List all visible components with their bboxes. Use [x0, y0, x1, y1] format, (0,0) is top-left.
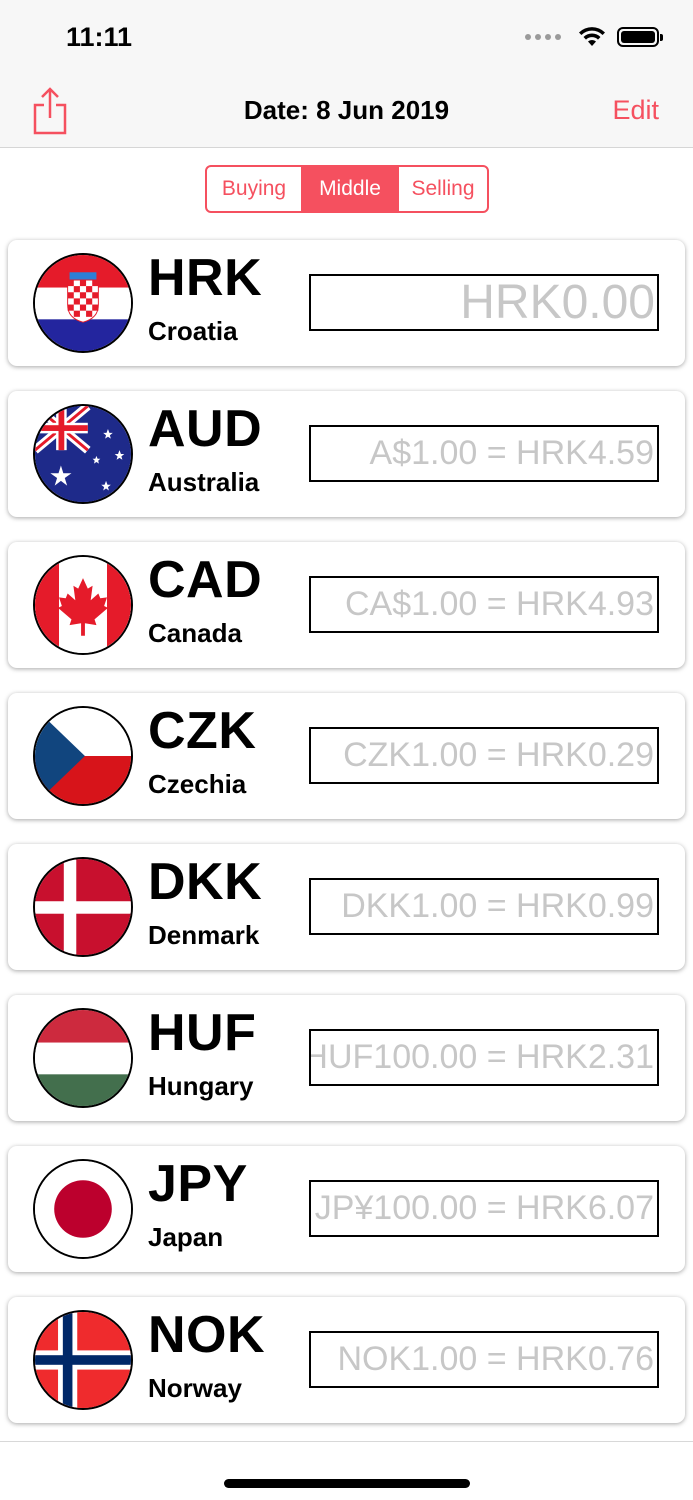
- currency-code: CZK: [148, 702, 257, 760]
- czechia-flag-icon: [33, 706, 133, 806]
- segment-buying[interactable]: Buying: [207, 167, 301, 211]
- hungary-flag-icon: [33, 1008, 133, 1108]
- amount-input[interactable]: DKK1.00 = HRK0.99: [309, 878, 659, 935]
- amount-input[interactable]: CA$1.00 = HRK4.93: [309, 576, 659, 633]
- country-name: Czechia: [148, 769, 247, 799]
- denmark-flag-icon: [33, 857, 133, 957]
- cellular-signal-icon: [525, 34, 561, 40]
- country-name: Australia: [148, 467, 260, 497]
- amount-input[interactable]: NOK1.00 = HRK0.76: [309, 1331, 659, 1388]
- croatia-flag-icon: [33, 253, 133, 353]
- amount-input[interactable]: A$1.00 = HRK4.59: [309, 425, 659, 482]
- currency-code: DKK: [148, 853, 263, 911]
- norway-flag-icon: [33, 1310, 133, 1410]
- wifi-icon: [579, 27, 605, 46]
- country-name: Canada: [148, 618, 242, 648]
- currency-card-nok[interactable]: NOK Norway NOK1.00 = HRK0.76: [8, 1297, 685, 1423]
- currency-card-huf[interactable]: HUF Hungary HUF100.00 = HRK2.31: [8, 995, 685, 1121]
- currency-code: CAD: [148, 551, 263, 609]
- currency-code: HRK: [148, 249, 263, 307]
- country-name: Hungary: [148, 1071, 254, 1101]
- segment-selling[interactable]: Selling: [397, 167, 487, 211]
- amount-input[interactable]: JP¥100.00 = HRK6.07: [309, 1180, 659, 1237]
- japan-flag-icon: [33, 1159, 133, 1259]
- status-icons: [525, 26, 663, 48]
- currency-card-dkk[interactable]: DKK Denmark DKK1.00 = HRK0.99: [8, 844, 685, 970]
- amount-input[interactable]: CZK1.00 = HRK0.29: [309, 727, 659, 784]
- currency-card-jpy[interactable]: JPY Japan JP¥100.00 = HRK6.07: [8, 1146, 685, 1272]
- currency-card-czk[interactable]: CZK Czechia CZK1.00 = HRK0.29: [8, 693, 685, 819]
- segment-middle[interactable]: Middle: [301, 167, 397, 211]
- currency-card-cad[interactable]: CAD Canada CA$1.00 = HRK4.93: [8, 542, 685, 668]
- rate-type-segmented-control: Buying Middle Selling: [205, 165, 489, 213]
- currency-card-aud[interactable]: AUD Australia A$1.00 = HRK4.59: [8, 391, 685, 517]
- currency-code: HUF: [148, 1004, 257, 1062]
- australia-flag-icon: [33, 404, 133, 504]
- bottom-safe-area: [0, 1441, 693, 1500]
- home-indicator[interactable]: [224, 1479, 470, 1488]
- currency-card-hrk[interactable]: HRK Croatia HRK0.00: [8, 240, 685, 366]
- amount-input[interactable]: HUF100.00 = HRK2.31: [309, 1029, 659, 1086]
- canada-flag-icon: [33, 555, 133, 655]
- status-time: 11:11: [66, 22, 133, 52]
- amount-input[interactable]: HRK0.00: [309, 274, 659, 331]
- currency-code: AUD: [148, 400, 263, 458]
- currency-code: JPY: [148, 1155, 248, 1213]
- country-name: Croatia: [148, 316, 238, 346]
- country-name: Denmark: [148, 920, 260, 950]
- status-bar: 11:11: [0, 0, 693, 76]
- page-title: Date: 8 Jun 2019: [243, 95, 450, 125]
- navigation-bar: Date: 8 Jun 2019 Edit: [0, 76, 693, 148]
- country-name: Norway: [148, 1373, 242, 1403]
- currency-code: NOK: [148, 1306, 266, 1364]
- country-name: Japan: [148, 1222, 224, 1252]
- battery-icon: [617, 27, 663, 47]
- edit-button[interactable]: Edit: [612, 95, 659, 126]
